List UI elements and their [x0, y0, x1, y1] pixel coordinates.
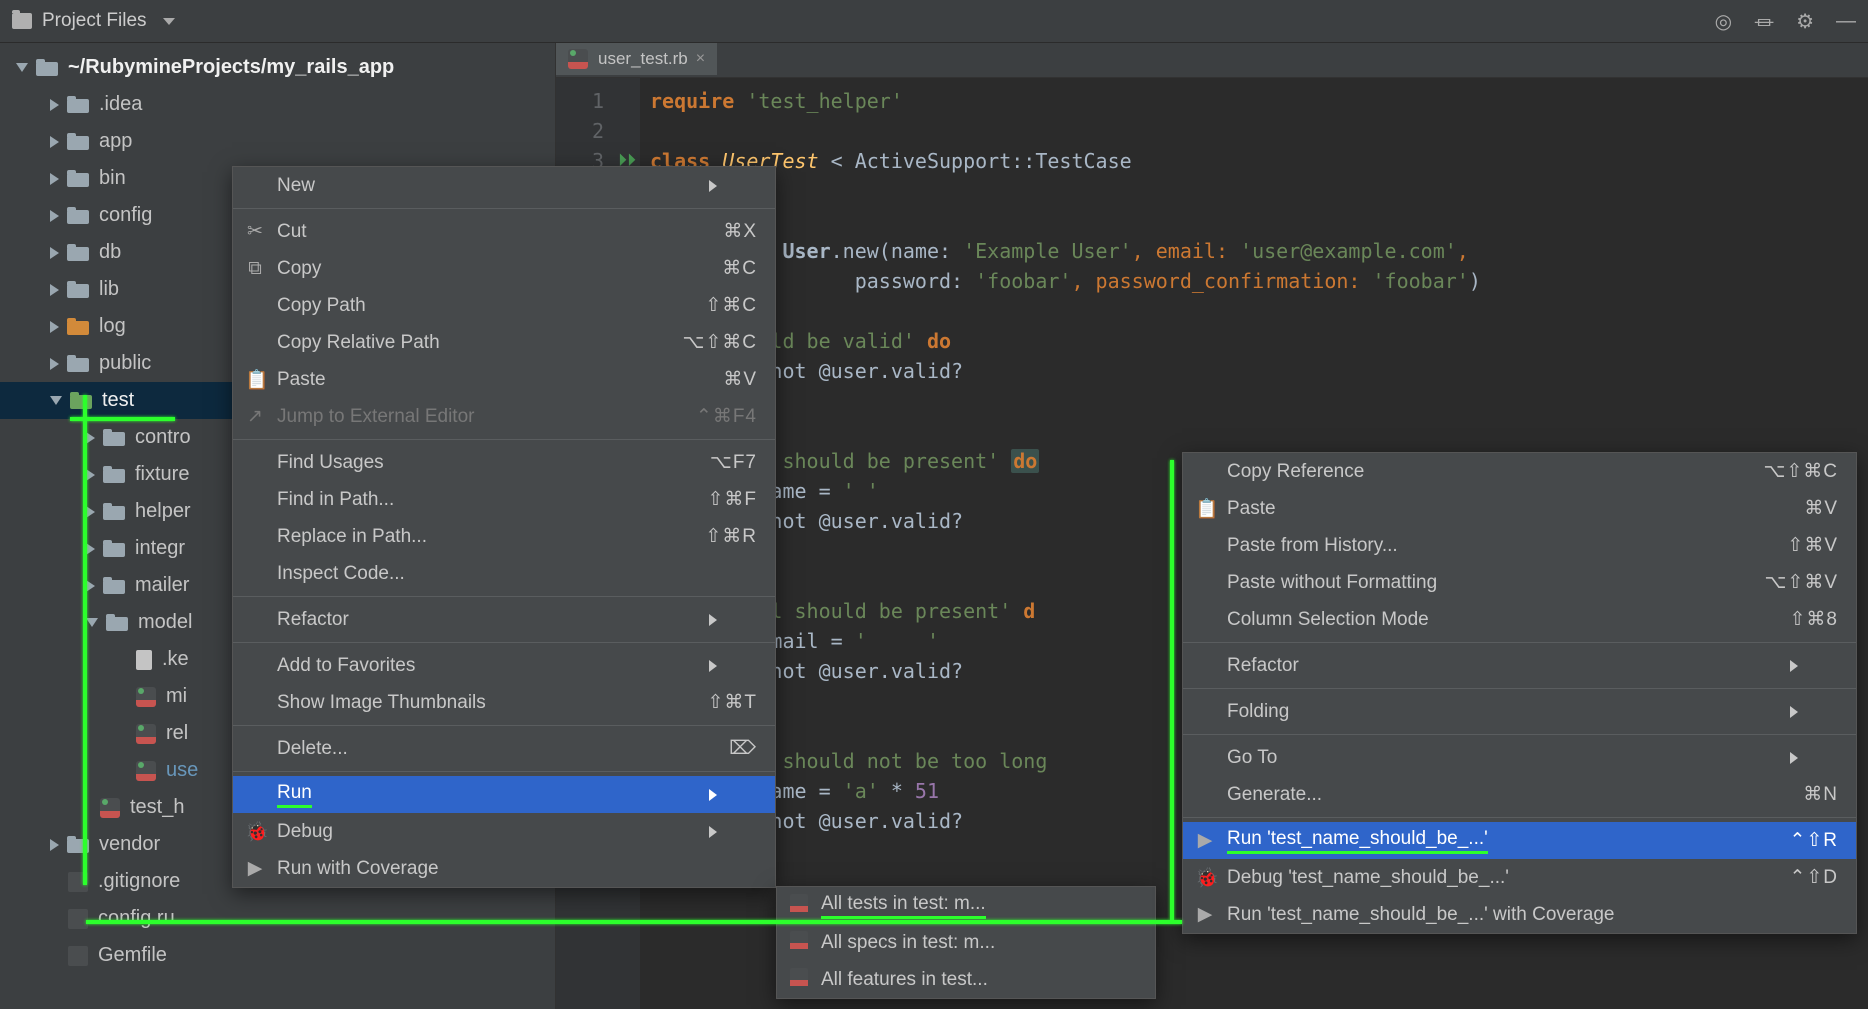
- target-icon[interactable]: ◎: [1715, 9, 1732, 34]
- menu-paste[interactable]: 📋Paste⌘V: [233, 361, 775, 398]
- ruby-file-icon: [568, 49, 588, 69]
- copy-icon: ⧉: [245, 258, 265, 280]
- menu-goto[interactable]: Go To: [1183, 739, 1856, 776]
- menu-paste-history[interactable]: Paste from History...⇧⌘V: [1183, 527, 1856, 564]
- menu-copy-path[interactable]: Copy Path⇧⌘C: [233, 287, 775, 324]
- menu-copy-reference[interactable]: Copy Reference⌥⇧⌘C: [1183, 453, 1856, 490]
- menu-favorites[interactable]: Add to Favorites: [233, 647, 775, 684]
- submenu-all-features[interactable]: All features in test...: [777, 961, 1155, 998]
- menu-cut[interactable]: ✂Cut⌘X: [233, 213, 775, 250]
- tree-folder-idea[interactable]: .idea: [0, 86, 555, 123]
- tab-filename: user_test.rb: [598, 49, 688, 69]
- folder-icon: [12, 13, 32, 29]
- ruby-test-icon: [789, 968, 809, 992]
- tree-file-gemfile[interactable]: Gemfile: [0, 937, 555, 974]
- menu-copy-rel-path[interactable]: Copy Relative Path⌥⇧⌘C: [233, 324, 775, 361]
- menu-replace-in-path[interactable]: Replace in Path...⇧⌘R: [233, 518, 775, 555]
- coverage-icon: ▶: [245, 857, 265, 880]
- menu-paste-noformat[interactable]: Paste without Formatting⌥⇧⌘V: [1183, 564, 1856, 601]
- coverage-icon: ▶: [1195, 903, 1215, 926]
- menu-inspect-code[interactable]: Inspect Code...: [233, 555, 775, 592]
- editor-tabs: user_test.rb ×: [556, 43, 1868, 78]
- menu-refactor[interactable]: Refactor: [233, 601, 775, 638]
- menu-column-selection[interactable]: Column Selection Mode⇧⌘8: [1183, 601, 1856, 638]
- menu-run-test[interactable]: ▶Run 'test_name_should_be_...'⌃⇧R: [1183, 822, 1856, 859]
- menu-find-usages[interactable]: Find Usages⌥F7: [233, 444, 775, 481]
- ruby-test-icon: [789, 894, 809, 918]
- menu-debug[interactable]: 🐞Debug: [233, 813, 775, 850]
- menu-refactor[interactable]: Refactor: [1183, 647, 1856, 684]
- bug-icon: 🐞: [1195, 866, 1215, 890]
- menu-delete[interactable]: Delete...⌦: [233, 730, 775, 767]
- toolbar-title[interactable]: Project Files: [42, 10, 147, 32]
- menu-generate[interactable]: Generate...⌘N: [1183, 776, 1856, 813]
- close-icon[interactable]: ×: [696, 50, 705, 68]
- menu-jump-external: ↗Jump to External Editor⌃⌘F4: [233, 398, 775, 435]
- submenu-all-specs[interactable]: All specs in test: m...: [777, 924, 1155, 961]
- menu-thumbnails[interactable]: Show Image Thumbnails⇧⌘T: [233, 684, 775, 721]
- submenu-all-tests[interactable]: All tests in test: m...: [777, 887, 1155, 924]
- menu-find-in-path[interactable]: Find in Path...⇧⌘F: [233, 481, 775, 518]
- editor-tab[interactable]: user_test.rb ×: [556, 43, 717, 77]
- tree-folder-app[interactable]: app: [0, 123, 555, 160]
- play-icon: ▶: [1195, 829, 1215, 852]
- tree-root[interactable]: ~/RubymineProjects/my_rails_app: [0, 49, 555, 86]
- run-submenu: All tests in test: m... All specs in tes…: [776, 886, 1156, 999]
- external-icon: ↗: [245, 405, 265, 428]
- menu-copy[interactable]: ⧉Copy⌘C: [233, 250, 775, 287]
- dropdown-arrow-icon[interactable]: [163, 18, 175, 25]
- menu-debug-test[interactable]: 🐞Debug 'test_name_should_be_...'⌃⇧D: [1183, 859, 1856, 896]
- menu-new[interactable]: New: [233, 167, 775, 204]
- tree-file-configru[interactable]: config.ru: [0, 900, 555, 937]
- tree-context-menu: New ✂Cut⌘X ⧉Copy⌘C Copy Path⇧⌘C Copy Rel…: [232, 166, 776, 888]
- menu-run-test-coverage[interactable]: ▶Run 'test_name_should_be_...' with Cove…: [1183, 896, 1856, 933]
- menu-run-coverage[interactable]: ▶Run with Coverage: [233, 850, 775, 887]
- minimize-icon[interactable]: —: [1836, 10, 1856, 33]
- project-toolbar: Project Files ◎ ⏛ ⚙ —: [0, 0, 1868, 43]
- collapse-icon[interactable]: ⏛: [1754, 7, 1774, 36]
- scissors-icon: ✂: [245, 220, 265, 243]
- bug-icon: 🐞: [245, 820, 265, 844]
- ruby-test-icon: [789, 931, 809, 955]
- menu-run[interactable]: Run: [233, 776, 775, 813]
- clipboard-icon: 📋: [245, 368, 265, 392]
- menu-paste[interactable]: 📋Paste⌘V: [1183, 490, 1856, 527]
- gear-icon[interactable]: ⚙: [1796, 9, 1814, 34]
- editor-context-menu: Copy Reference⌥⇧⌘C 📋Paste⌘V Paste from H…: [1182, 452, 1857, 934]
- clipboard-icon: 📋: [1195, 497, 1215, 521]
- menu-folding[interactable]: Folding: [1183, 693, 1856, 730]
